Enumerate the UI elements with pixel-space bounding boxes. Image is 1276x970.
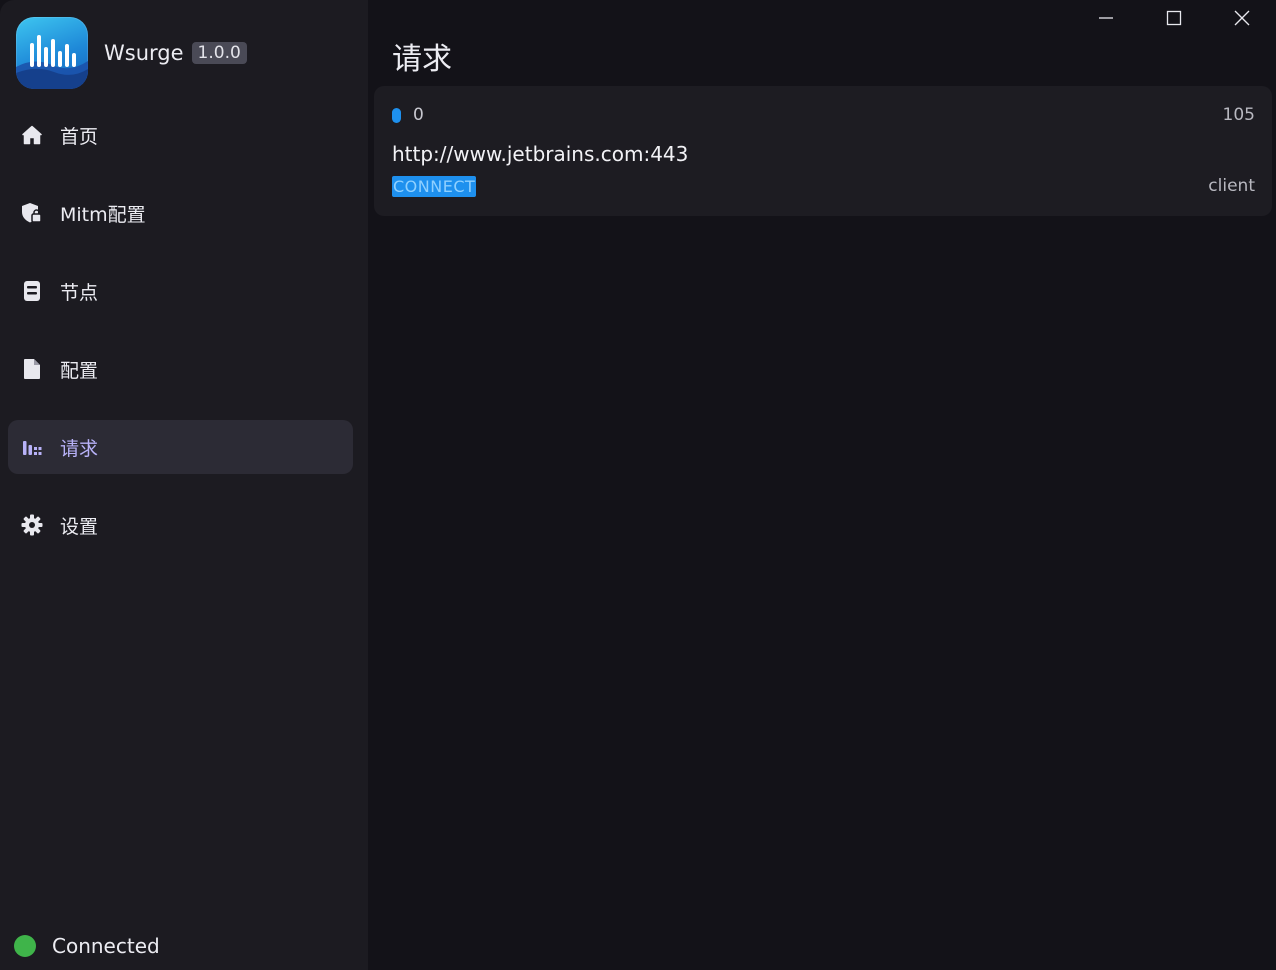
maximize-icon	[1166, 10, 1182, 26]
home-icon	[20, 123, 44, 147]
close-icon	[1234, 10, 1250, 26]
request-url: http://www.jetbrains.com:443	[392, 142, 689, 166]
maximize-button[interactable]	[1140, 0, 1208, 36]
app-name: Wsurge	[104, 41, 184, 65]
request-index: 0	[413, 105, 424, 125]
brand: Wsurge 1.0.0	[16, 16, 247, 90]
sidebar-item-label: Mitm配置	[60, 203, 146, 226]
sidebar-item-label: 首页	[60, 125, 99, 148]
connection-status: Connected	[14, 934, 160, 958]
file-icon	[20, 357, 44, 381]
sidebar-item-label: 请求	[60, 437, 99, 460]
sidebar-nav: 首页 Mitm配置 节点 配置 请求 设置	[8, 108, 353, 576]
sidebar: Wsurge 1.0.0 首页 Mitm配置 节点 配置 请求 设置 Conne…	[0, 0, 368, 970]
sidebar-item-settings[interactable]: 设置	[8, 498, 353, 552]
request-list: 0 105 http://www.jetbrains.com:443 CONNE…	[374, 86, 1272, 216]
status-text: Connected	[52, 934, 160, 958]
request-card[interactable]: 0 105 http://www.jetbrains.com:443 CONNE…	[374, 86, 1272, 216]
sidebar-item-requests[interactable]: 请求	[8, 420, 353, 474]
version-badge: 1.0.0	[191, 42, 247, 64]
window-controls	[1072, 0, 1276, 36]
sidebar-item-config[interactable]: 配置	[8, 342, 353, 396]
sidebar-item-label: 节点	[60, 281, 99, 304]
close-button[interactable]	[1208, 0, 1276, 36]
minimize-button[interactable]	[1072, 0, 1140, 36]
sidebar-item-mitm[interactable]: Mitm配置	[8, 186, 353, 240]
minimize-icon	[1099, 17, 1113, 19]
request-method-badge: CONNECT	[392, 176, 477, 197]
app-logo	[16, 17, 88, 89]
request-indicator-icon	[392, 108, 401, 123]
server-icon	[20, 279, 44, 303]
app-window: Wsurge 1.0.0 首页 Mitm配置 节点 配置 请求 设置 Conne…	[0, 0, 1276, 970]
sidebar-item-label: 设置	[60, 515, 99, 538]
shield-lock-icon	[20, 201, 44, 225]
sidebar-item-home[interactable]: 首页	[8, 108, 353, 162]
bar-chart-icon	[20, 435, 44, 459]
sidebar-item-label: 配置	[60, 359, 99, 382]
request-size: 105	[1222, 105, 1255, 125]
gear-icon	[20, 513, 44, 537]
request-source: client	[1208, 176, 1255, 196]
status-dot-icon	[14, 935, 36, 957]
sidebar-item-nodes[interactable]: 节点	[8, 264, 353, 318]
page-title: 请求	[392, 42, 452, 78]
